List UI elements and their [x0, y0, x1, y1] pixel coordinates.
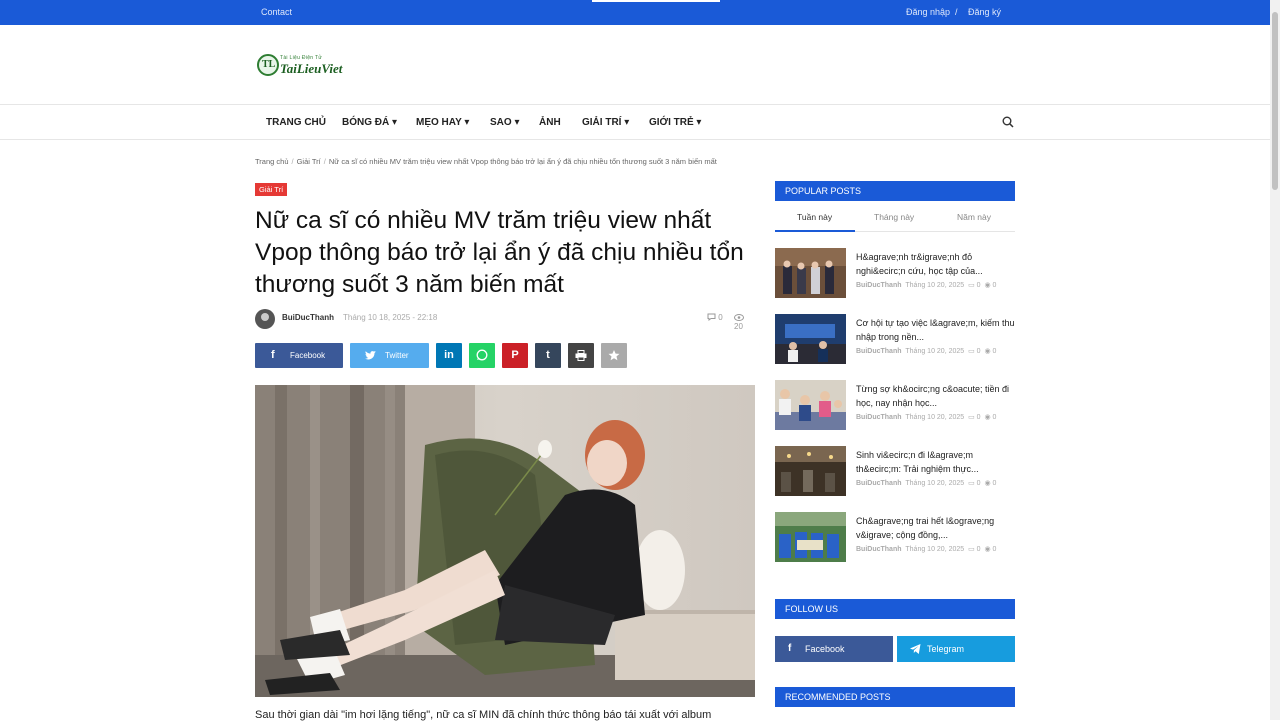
linkedin-icon: in	[444, 349, 454, 361]
post-thumbnail[interactable]	[775, 512, 846, 562]
auth-separator: /	[955, 7, 958, 17]
post-thumbnail[interactable]	[775, 314, 846, 364]
follow-telegram-button[interactable]: Telegram	[897, 636, 1015, 662]
search-icon[interactable]	[1002, 116, 1014, 128]
post-title[interactable]: Cơ hội tự tạo việc l&agrave;m, kiếm thu …	[856, 316, 1015, 344]
tab-this-month[interactable]: Tháng này	[874, 212, 914, 222]
publish-date: Tháng 10 18, 2025 - 22:18	[343, 313, 438, 322]
comment-icon	[707, 313, 716, 321]
contact-link[interactable]: Contact	[261, 7, 292, 17]
follow-facebook-button[interactable]: f Facebook	[775, 636, 893, 662]
facebook-icon: f	[788, 643, 792, 654]
tab-this-week[interactable]: Tuần này	[797, 212, 832, 222]
eye-icon: ◉	[984, 546, 991, 553]
active-tab-indicator	[775, 230, 855, 232]
follow-us-heading: FOLLOW US	[775, 599, 1015, 619]
nav-item-stars[interactable]: SAO ▾	[490, 117, 519, 128]
post-meta: BuiDucThanh Tháng 10 20, 2025 ▭ 0 ◉ 0	[856, 282, 997, 289]
post-meta: BuiDucThanh Tháng 10 20, 2025 ▭ 0 ◉ 0	[856, 480, 997, 487]
top-bar-highlight	[592, 0, 720, 2]
article-meta: BuiDucThanh Tháng 10 18, 2025 - 22:18 0 …	[255, 309, 755, 331]
comment-icon: ▭	[968, 546, 975, 553]
register-link[interactable]: Đăng ký	[968, 7, 1001, 17]
tumblr-icon: t	[546, 349, 550, 361]
share-whatsapp-button[interactable]	[469, 343, 495, 368]
share-pinterest-button[interactable]: P	[502, 343, 528, 368]
print-button[interactable]	[568, 343, 594, 368]
post-meta: BuiDucThanh Tháng 10 20, 2025 ▭ 0 ◉ 0	[856, 546, 997, 553]
author-avatar[interactable]	[255, 309, 275, 329]
site-logo[interactable]: TL Tài Liệu Điện Tử TaiLieuViet	[257, 54, 357, 78]
list-item[interactable]: Cơ hội tự tạo việc l&agrave;m, kiếm thu …	[775, 314, 1015, 364]
breadcrumb: Trang chủ / Giải Trí / Nữ ca sĩ có nhiều MV …	[255, 157, 717, 166]
nav-item-home[interactable]: TRANG CHỦ	[266, 117, 326, 128]
post-thumbnail[interactable]	[775, 446, 846, 496]
popular-posts-tabs: Tuần này Tháng này Năm này	[775, 206, 1015, 232]
author-name[interactable]: BuiDucThanh	[282, 313, 334, 322]
breadcrumb-current: Nữ ca sĩ có nhiều MV trăm triệu view nhấ…	[328, 157, 717, 166]
page-scrollbar[interactable]	[1270, 0, 1280, 720]
post-thumbnail[interactable]	[775, 248, 846, 298]
post-meta: BuiDucThanh Tháng 10 20, 2025 ▭ 0 ◉ 0	[856, 348, 997, 355]
breadcrumb-home[interactable]: Trang chủ	[255, 157, 289, 166]
telegram-icon	[910, 644, 921, 654]
logo-name: TaiLieuViet	[280, 61, 343, 76]
nav-item-tips[interactable]: MẸO HAY ▾	[416, 117, 469, 128]
eye-icon: ◉	[984, 414, 991, 421]
share-twitter-button[interactable]: Twitter	[350, 343, 429, 368]
nav-item-photos[interactable]: ẢNH	[539, 117, 561, 128]
nav-item-football[interactable]: BÓNG ĐÁ ▾	[342, 117, 397, 128]
list-item[interactable]: Từng sợ kh&ocirc;ng c&oacute; tiền đi họ…	[775, 380, 1015, 430]
twitter-icon	[365, 351, 376, 360]
comment-count: 0	[707, 313, 723, 322]
post-title[interactable]: H&agrave;nh tr&igrave;nh đỏ nghi&ecirc;n…	[856, 250, 1015, 278]
share-tumblr-button[interactable]: t	[535, 343, 561, 368]
post-title[interactable]: Ch&agrave;ng trai hết l&ograve;ng v&igra…	[856, 514, 1015, 542]
post-thumbnail[interactable]	[775, 380, 846, 430]
comment-icon: ▭	[968, 348, 975, 355]
article-title: Nữ ca sĩ có nhiều MV trăm triệu view nhấ…	[255, 207, 744, 298]
eye-icon	[734, 314, 744, 321]
eye-icon: ◉	[984, 282, 991, 289]
eye-icon: ◉	[984, 348, 991, 355]
pinterest-icon: P	[511, 349, 519, 361]
nav-item-youth[interactable]: GIỚI TRẺ ▾	[649, 117, 701, 128]
comment-icon: ▭	[968, 480, 975, 487]
comment-icon: ▭	[968, 282, 975, 289]
facebook-icon: f	[271, 349, 275, 361]
breadcrumb-category[interactable]: Giải Trí	[297, 157, 321, 166]
recommended-posts-heading: RECOMMENDED POSTS	[775, 687, 1015, 707]
logo-mark: TL	[257, 54, 279, 76]
comment-icon: ▭	[968, 414, 975, 421]
category-badge[interactable]: Giải Trí	[255, 183, 288, 196]
article-body-start: Sau thời gian dài "im hơi lặng tiếng", n…	[255, 709, 712, 721]
print-icon	[575, 350, 587, 361]
share-linkedin-button[interactable]: in	[436, 343, 462, 368]
post-title[interactable]: Từng sợ kh&ocirc;ng c&oacute; tiền đi họ…	[856, 382, 1015, 410]
nav-item-entertainment[interactable]: GIẢI TRÍ ▾	[582, 117, 629, 128]
main-nav: TRANG CHỦ BÓNG ĐÁ ▾ MẸO HAY ▾ SAO ▾ ẢNH …	[0, 106, 1270, 140]
star-icon	[608, 350, 620, 361]
tab-this-year[interactable]: Năm này	[957, 212, 991, 222]
post-title[interactable]: Sinh vi&ecirc;n đi l&agrave;m th&ecirc;m…	[856, 448, 1015, 476]
popular-posts-heading: POPULAR POSTS	[775, 181, 1015, 201]
post-meta: BuiDucThanh Tháng 10 20, 2025 ▭ 0 ◉ 0	[856, 414, 997, 421]
list-item[interactable]: H&agrave;nh tr&igrave;nh đỏ nghi&ecirc;n…	[775, 248, 1015, 298]
article-hero-image	[255, 385, 755, 697]
eye-icon: ◉	[984, 480, 991, 487]
breadcrumb-sep: /	[323, 157, 326, 166]
list-item[interactable]: Sinh vi&ecirc;n đi l&agrave;m th&ecirc;m…	[775, 446, 1015, 496]
share-facebook-button[interactable]: f Facebook	[255, 343, 343, 368]
list-item[interactable]: Ch&agrave;ng trai hết l&ograve;ng v&igra…	[775, 512, 1015, 562]
scrollbar-thumb[interactable]	[1272, 12, 1278, 190]
site-header: TL Tài Liệu Điện Tử TaiLieuViet	[0, 25, 1270, 105]
view-count: 20	[734, 313, 755, 331]
top-bar: Contact Đăng nhập / Đăng ký	[0, 0, 1270, 25]
more-share-button[interactable]	[601, 343, 627, 368]
breadcrumb-sep: /	[291, 157, 294, 166]
whatsapp-icon	[476, 349, 488, 361]
login-link[interactable]: Đăng nhập	[906, 7, 950, 17]
